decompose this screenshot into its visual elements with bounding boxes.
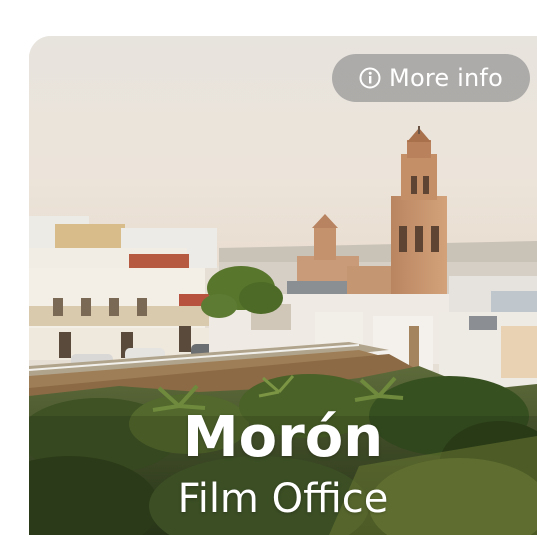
card-subtitle: Film Office [177, 476, 389, 522]
film-office-card[interactable]: More info Morón Film Office [29, 36, 537, 535]
more-info-label: More info [389, 64, 503, 92]
more-info-button[interactable]: More info [332, 54, 530, 102]
card-title: Morón [182, 405, 384, 470]
info-icon [359, 67, 381, 89]
